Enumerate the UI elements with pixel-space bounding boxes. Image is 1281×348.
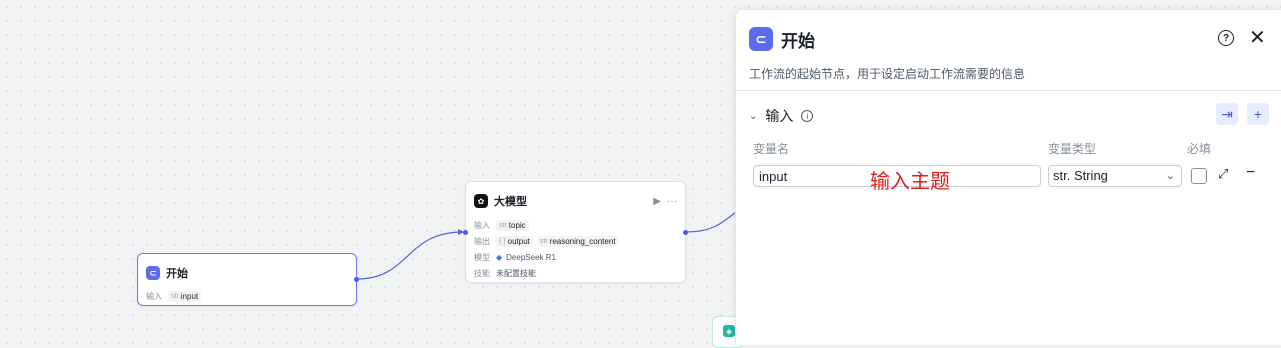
llm-model-value: DeepSeek R1 <box>506 252 556 262</box>
start-icon: ⊂ <box>749 27 773 51</box>
edge-llm-to-next <box>685 211 737 233</box>
panel-title: 开始 <box>781 31 815 51</box>
llm-output-var: { } output <box>496 235 533 247</box>
llm-input-var: str topic <box>496 219 529 231</box>
col-variable-type: 变量类型 <box>1048 142 1097 156</box>
col-required: 必填 <box>1187 142 1212 156</box>
start-node-icon: ⊂ <box>146 266 160 280</box>
variable-type-select[interactable]: str. String ⌄ <box>1048 165 1182 187</box>
llm-model-label: 模型 <box>474 252 490 262</box>
chevron-down-icon[interactable]: ⌄ <box>749 111 757 122</box>
input-section-title: 输入 <box>765 108 794 124</box>
start-node-output-port[interactable] <box>354 277 359 282</box>
llm-skill-label: 技能 <box>474 268 490 278</box>
llm-node[interactable]: ✿ 大模型 ▶ ··· 输入 str topic 输出 { } output s… <box>463 181 688 283</box>
edge-start-to-llm <box>356 231 464 280</box>
col-variable-name: 变量名 <box>753 142 790 156</box>
divider <box>736 90 1281 91</box>
run-icon[interactable]: ▶ <box>653 196 661 207</box>
panel-description: 工作流的起始节点，用于设定启动工作流需要的信息 <box>749 67 1026 81</box>
llm-output-var: str reasoning_content <box>536 235 619 247</box>
required-checkbox[interactable] <box>1191 168 1207 184</box>
info-icon[interactable]: i <box>801 110 814 122</box>
llm-node-input-port[interactable] <box>463 230 468 235</box>
start-node-input-var: str input <box>168 290 202 302</box>
close-icon[interactable]: ✕ <box>1249 26 1266 50</box>
add-variable-button[interactable]: + <box>1247 103 1269 125</box>
annotation-text: 输入主题 <box>870 171 950 193</box>
remove-variable-button[interactable]: − <box>1246 164 1255 182</box>
llm-output-label: 输出 <box>474 236 490 246</box>
llm-skill-value: 未配置技能 <box>496 268 536 278</box>
help-icon[interactable]: ? <box>1218 30 1234 46</box>
node-config-panel: ⊂ 开始 ? ✕ 工作流的起始节点，用于设定启动工作流需要的信息 ⌄ 输入 i … <box>735 9 1281 345</box>
knowledge-icon: ◈ <box>723 325 735 337</box>
deepseek-icon: ◆ <box>496 252 503 262</box>
llm-node-icon: ✿ <box>474 194 488 208</box>
more-icon[interactable]: ··· <box>667 196 677 207</box>
expand-icon[interactable]: ⤢ <box>1218 166 1228 182</box>
llm-node-title: 大模型 <box>494 196 527 208</box>
llm-node-output-port[interactable] <box>683 230 688 235</box>
start-node-input-label: 输入 <box>146 291 162 301</box>
start-node[interactable]: ⊂ 开始 输入 str input <box>137 253 359 306</box>
llm-input-label: 输入 <box>474 220 490 230</box>
import-button[interactable]: ⇥ <box>1216 103 1238 125</box>
start-node-title: 开始 <box>166 268 188 280</box>
input-section-header[interactable]: ⌄ 输入 i <box>749 106 814 126</box>
chevron-down-icon: ⌄ <box>1165 170 1175 182</box>
